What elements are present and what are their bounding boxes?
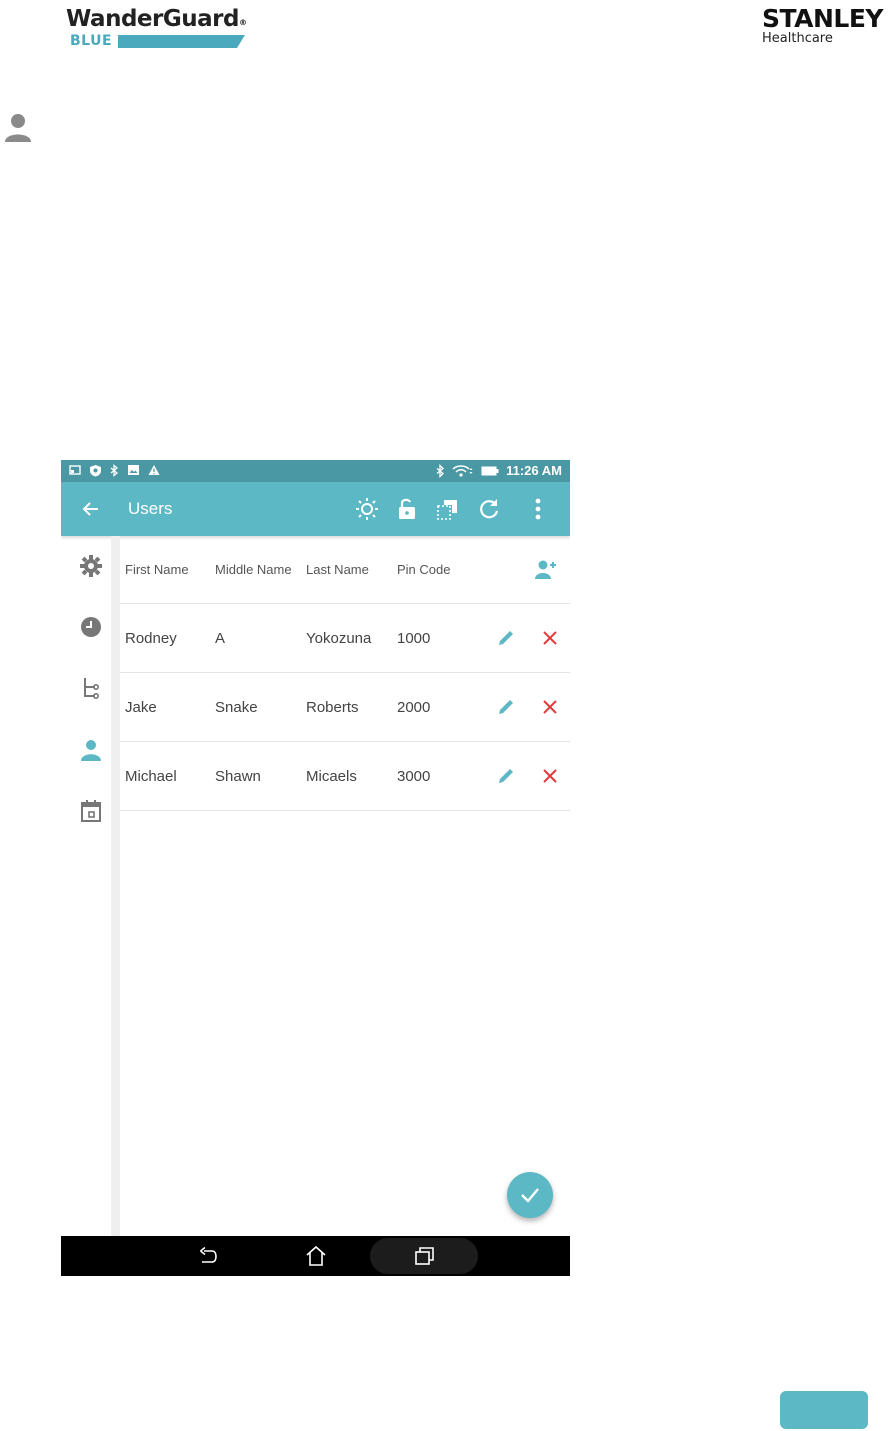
wanderguard-logo-sub: BLUE <box>70 33 113 49</box>
cell-last-name: Micaels <box>306 768 357 785</box>
device-screenshot: 11:26 AM Users First Name Middle Name La… <box>61 460 570 1276</box>
cell-last-name: Roberts <box>306 699 359 716</box>
stanley-logo-name: STANLEY <box>762 4 884 33</box>
page-title: Users <box>128 499 173 518</box>
image-icon <box>128 465 139 475</box>
edit-pencil-icon[interactable] <box>496 766 516 786</box>
footer-button[interactable] <box>780 1391 868 1429</box>
wanderguard-logo-name: WanderGuard <box>66 6 239 32</box>
bluetooth-status-icon <box>436 464 445 478</box>
status-time: 11:26 AM <box>506 463 562 478</box>
cell-pin-code: 2000 <box>397 699 431 716</box>
column-last-name: Last Name <box>306 562 369 577</box>
cell-pin-code: 1000 <box>397 630 431 647</box>
tree-icon[interactable] <box>79 676 103 700</box>
sidebar-divider <box>111 536 120 1236</box>
warning-icon <box>148 465 160 475</box>
wifi-icon <box>452 465 473 477</box>
recent-apps-icon[interactable] <box>414 1245 436 1267</box>
confirm-fab-button[interactable] <box>507 1172 553 1218</box>
bluetooth-icon <box>110 464 119 477</box>
cast-icon <box>69 465 81 475</box>
app-bar: Users <box>61 482 570 536</box>
column-first-name: First Name <box>125 562 189 577</box>
edit-pencil-icon[interactable] <box>496 697 516 717</box>
stanley-logo-sub: Healthcare <box>762 31 833 46</box>
battery-icon <box>481 466 499 476</box>
shield-icon <box>90 465 101 477</box>
unlock-icon[interactable] <box>394 496 420 522</box>
refresh-icon[interactable] <box>476 496 502 522</box>
android-nav-bar <box>61 1236 570 1276</box>
cell-middle-name: A <box>215 630 226 647</box>
brightness-icon[interactable] <box>354 496 380 522</box>
cell-first-name: Rodney <box>125 630 177 647</box>
cell-middle-name: Snake <box>215 699 258 716</box>
cell-middle-name: Shawn <box>215 768 261 785</box>
cell-last-name: Yokozuna <box>306 630 372 647</box>
settings-icon[interactable] <box>79 554 103 578</box>
delete-x-icon[interactable] <box>540 766 560 786</box>
clock-icon[interactable] <box>79 615 103 639</box>
user-icon <box>5 114 31 142</box>
calendar-icon[interactable] <box>79 799 103 823</box>
home-icon[interactable] <box>305 1245 327 1267</box>
edit-pencil-icon[interactable] <box>496 628 516 648</box>
column-pin-code: Pin Code <box>397 562 451 577</box>
column-middle-name: Middle Name <box>215 562 292 577</box>
users-table: First Name Middle Name Last Name Pin Cod… <box>120 536 570 811</box>
back-arrow-icon[interactable] <box>79 497 103 521</box>
back-icon[interactable] <box>197 1245 219 1267</box>
table-header: First Name Middle Name Last Name Pin Cod… <box>120 536 570 604</box>
table-row: Rodney A Yokozuna 1000 <box>120 604 570 673</box>
delete-x-icon[interactable] <box>540 697 560 717</box>
cell-pin-code: 3000 <box>397 768 431 785</box>
check-icon <box>521 1188 539 1203</box>
cell-first-name: Michael <box>125 768 177 785</box>
add-user-icon[interactable] <box>534 558 558 582</box>
cell-first-name: Jake <box>125 699 157 716</box>
delete-x-icon[interactable] <box>540 628 560 648</box>
more-vert-icon[interactable] <box>525 496 551 522</box>
status-bar: 11:26 AM <box>61 460 570 482</box>
copy-icon[interactable] <box>435 496 461 522</box>
stanley-logo: STANLEY Healthcare <box>762 4 888 48</box>
person-icon[interactable] <box>79 738 103 762</box>
wanderguard-logo: WanderGuard® BLUE <box>66 4 266 49</box>
wanderguard-logo-reg: ® <box>238 18 247 27</box>
table-row: Jake Snake Roberts 2000 <box>120 673 570 742</box>
table-row: Michael Shawn Micaels 3000 <box>120 742 570 811</box>
